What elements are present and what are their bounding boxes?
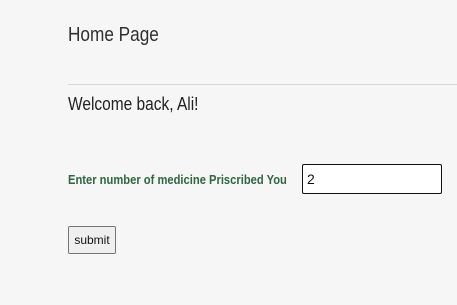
header-divider <box>68 84 457 85</box>
medicine-count-form: Enter number of medicine Priscribed You <box>68 161 442 197</box>
medicine-count-label: Enter number of medicine Priscribed You <box>68 171 287 187</box>
page-title: Home Page <box>68 24 159 46</box>
submit-button[interactable]: submit <box>68 226 116 254</box>
medicine-count-input[interactable] <box>302 164 442 194</box>
welcome-message: Welcome back, Ali! <box>68 94 199 114</box>
